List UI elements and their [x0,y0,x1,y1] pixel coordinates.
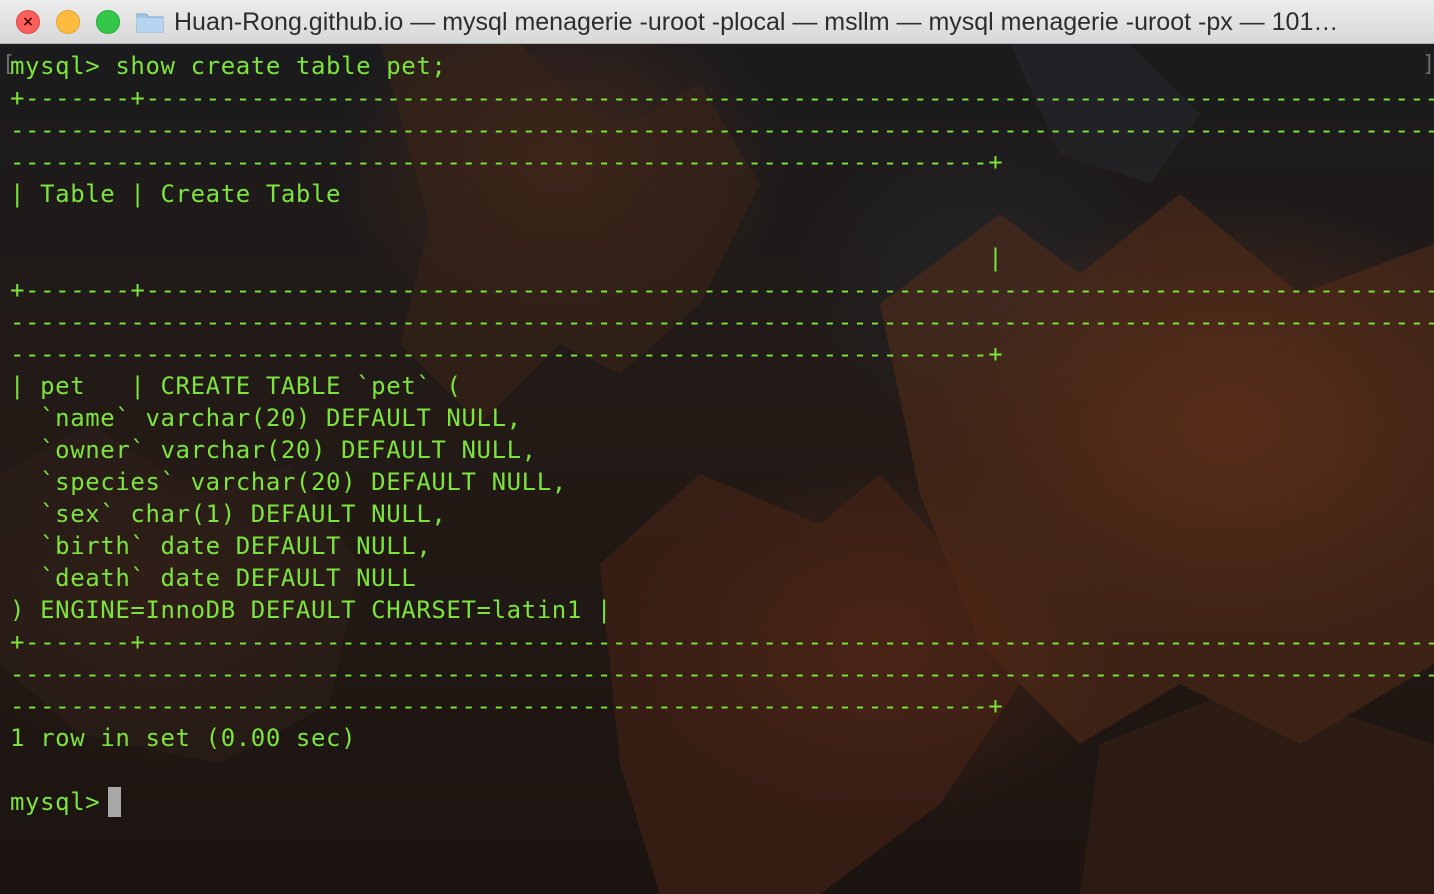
terminal-line: `name` varchar(20) DEFAULT NULL, [10,404,522,432]
text-cursor [108,787,121,817]
terminal-line: +-------+-------------------------------… [10,628,1434,656]
terminal-line: mysql> show create table pet; [10,52,447,80]
terminal-prompt[interactable]: mysql> [10,786,115,818]
folder-icon [136,13,164,33]
maximize-button[interactable] [96,10,120,34]
terminal-line: ----------------------------------------… [10,116,1434,144]
terminal-line: ----------------------------------------… [10,340,1004,368]
minimize-button[interactable] [56,10,80,34]
terminal-line: ----------------------------------------… [10,308,1434,336]
terminal-line: `owner` varchar(20) DEFAULT NULL, [10,436,537,464]
terminal-line: 1 row in set (0.00 sec) [10,724,357,752]
terminal-line: `birth` date DEFAULT NULL, [10,532,432,560]
terminal-line: ----------------------------------------… [10,660,1434,688]
terminal-line: ) ENGINE=InnoDB DEFAULT CHARSET=latin1 | [10,596,612,624]
terminal-line: +-------+-------------------------------… [10,276,1434,304]
right-bracket: ] [1422,52,1434,77]
window-title: Huan-Rong.github.io — mysql menagerie -u… [174,8,1339,36]
terminal-line: | Table | Create Table [10,180,342,208]
terminal-line: | [10,244,1004,272]
title-bar[interactable]: × Huan-Rong.github.io — mysql menagerie … [0,0,1434,44]
terminal-line: `species` varchar(20) DEFAULT NULL, [10,468,567,496]
terminal-line: +-------+-------------------------------… [10,84,1434,112]
close-icon: × [22,14,34,30]
terminal-line: ----------------------------------------… [10,692,1004,720]
terminal-window: × Huan-Rong.github.io — mysql menagerie … [0,0,1434,894]
terminal-line: `death` date DEFAULT NULL [10,564,417,592]
terminal-line: | pet | CREATE TABLE `pet` ( [10,372,462,400]
terminal-content[interactable]: [ ] mysql> show create table pet; +-----… [0,44,1434,894]
close-button[interactable]: × [16,10,40,34]
terminal-line: `sex` char(1) DEFAULT NULL, [10,500,447,528]
terminal-line: ----------------------------------------… [10,148,1004,176]
